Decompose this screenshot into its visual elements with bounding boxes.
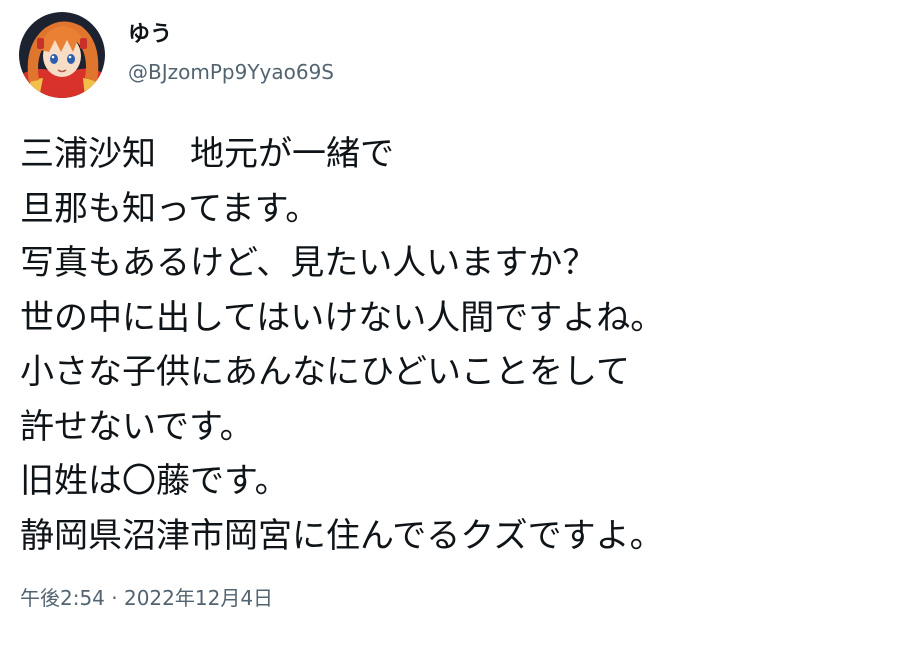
tweet-text-line: 静岡県沼津市岡宮に住んでるクズですよ。: [20, 515, 664, 556]
tweet-text-line: 世の中に出してはいけない人間ですよね。: [20, 297, 665, 338]
tweet-text-line: 写真もあるけど、見たい人いますか？: [20, 243, 597, 283]
tweet-text-line: 許せないです。: [20, 406, 254, 447]
tweet-card: ゆう @BJzomPp9Yyao69S 三浦沙知 地元が一緒で 旦那も知ってます…: [0, 0, 908, 650]
user-handle[interactable]: @BJzomPp9Yyao69S: [128, 58, 334, 86]
tweet-text-line: 旧姓は〇藤です。: [20, 461, 289, 501]
display-name[interactable]: ゆう: [128, 20, 172, 50]
tweet-text-line: 三浦沙知 地元が一緒で: [20, 134, 394, 174]
anime-girl-avatar-icon: [19, 12, 105, 98]
tweet-text-line: 旦那も知ってます。: [20, 188, 320, 229]
tweet-text: 三浦沙知 地元が一緒で 旦那も知ってます。 写真もあるけど、見たい人いますか？ …: [20, 127, 900, 563]
avatar[interactable]: [19, 12, 105, 98]
timestamp-link[interactable]: 午後2:54 · 2022年12月4日: [20, 583, 273, 613]
tweet-text-line: 小さな子供にあんなにひどいことをして: [20, 352, 630, 392]
